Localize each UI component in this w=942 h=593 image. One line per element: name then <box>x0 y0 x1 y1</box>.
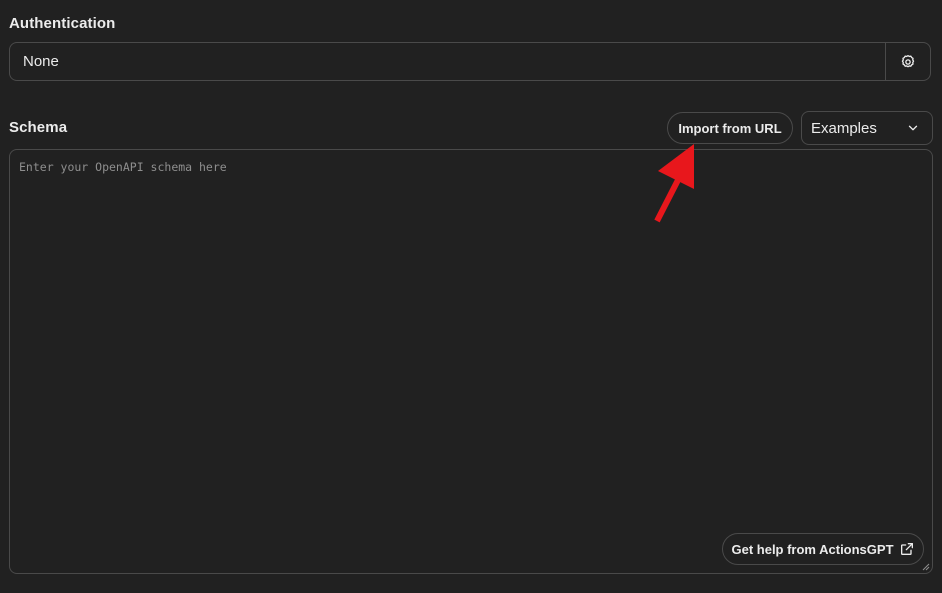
authentication-field: None <box>9 42 931 81</box>
get-help-label: Get help from ActionsGPT <box>731 541 894 557</box>
authentication-settings-button[interactable] <box>885 43 930 80</box>
gpt-actions-editor: Authentication None Schema Import from U… <box>0 0 942 593</box>
authentication-label: Authentication <box>9 15 116 32</box>
get-help-actionsgpt-button[interactable]: Get help from ActionsGPT <box>722 533 924 565</box>
authentication-value[interactable]: None <box>10 43 885 80</box>
schema-label: Schema <box>9 119 68 136</box>
chevron-down-icon <box>908 125 918 131</box>
resize-handle-icon[interactable] <box>922 563 930 571</box>
import-from-url-button[interactable]: Import from URL <box>667 112 793 144</box>
schema-editor <box>9 149 933 574</box>
examples-dropdown[interactable]: Examples <box>801 111 933 145</box>
external-link-icon <box>900 543 913 555</box>
schema-textarea[interactable] <box>10 150 932 573</box>
examples-dropdown-label: Examples <box>811 119 877 137</box>
gear-icon <box>901 54 915 67</box>
